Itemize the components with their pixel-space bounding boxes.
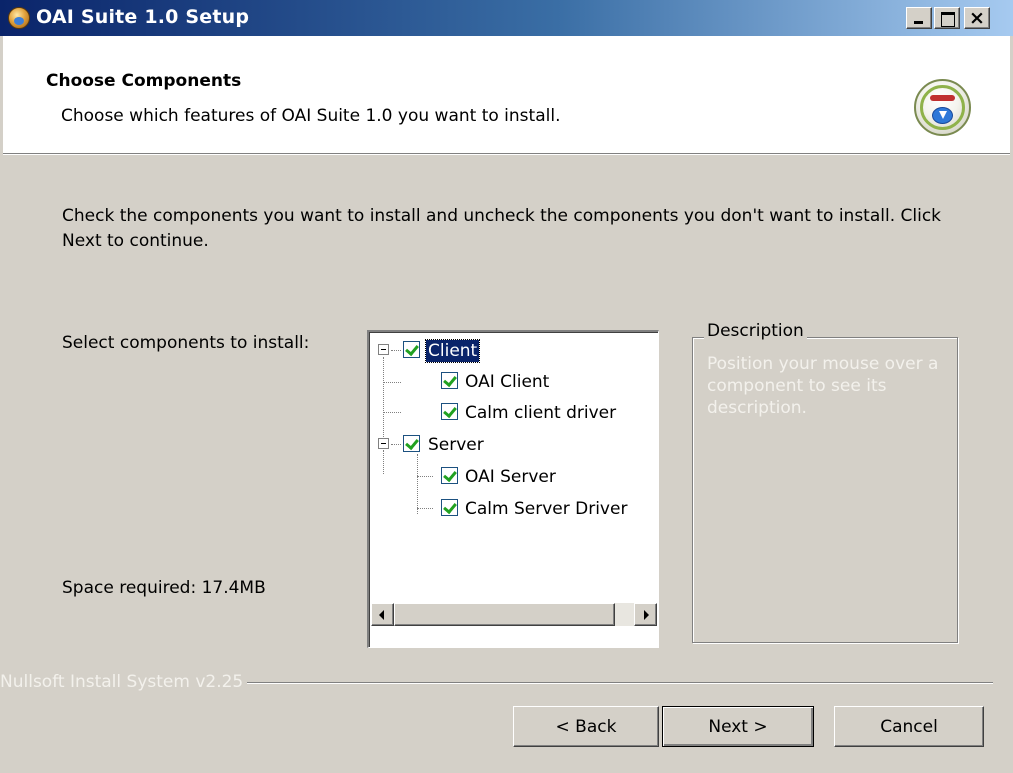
tree-horizontal-scrollbar[interactable] (371, 603, 657, 626)
calm-server-driver-checkbox[interactable] (441, 499, 458, 516)
cancel-button-label: Cancel (880, 716, 938, 737)
title-bar[interactable]: OAI Suite 1.0 Setup × (0, 0, 1013, 36)
scroll-thumb[interactable] (394, 603, 615, 626)
oai-client-checkbox[interactable] (441, 372, 458, 389)
window-title: OAI Suite 1.0 Setup (36, 6, 250, 28)
components-tree[interactable]: Client OAI Client Calm client driver Ser… (367, 330, 659, 648)
server-expander[interactable] (378, 438, 389, 449)
space-required-label: Space required: 17.4MB (62, 578, 266, 598)
client-expander[interactable] (378, 344, 389, 355)
description-text: Position your mouse over a component to … (707, 354, 939, 418)
page-title: Choose Components (46, 71, 242, 91)
scroll-right-icon[interactable] (634, 603, 657, 626)
back-button-label: < Back (555, 716, 617, 737)
tree-item-oai-server[interactable]: OAI Server (463, 466, 558, 488)
select-components-label: Select components to install: (62, 333, 310, 353)
page-header: Choose Components Choose which features … (3, 36, 1010, 155)
close-icon: × (969, 7, 985, 29)
minimize-button[interactable] (906, 7, 932, 29)
oai-server-checkbox[interactable] (441, 467, 458, 484)
client-checkbox[interactable] (403, 341, 420, 358)
maximize-button[interactable] (934, 7, 960, 29)
tree-item-calm-client-driver[interactable]: Calm client driver (463, 402, 618, 424)
setup-window: OAI Suite 1.0 Setup × Choose Components … (0, 0, 1013, 773)
branding-text: Nullsoft Install System v2.25 (0, 672, 248, 692)
tree-item-calm-server-driver[interactable]: Calm Server Driver (463, 498, 629, 520)
page-subtitle: Choose which features of OAI Suite 1.0 y… (61, 106, 561, 126)
back-button[interactable]: < Back (513, 706, 659, 747)
description-legend: Description (704, 321, 807, 341)
instructions-text: Check the components you want to install… (62, 206, 942, 251)
scroll-left-icon[interactable] (371, 603, 394, 626)
tree-item-client[interactable]: Client (424, 339, 481, 363)
tree-item-server[interactable]: Server (426, 434, 486, 456)
tree-item-oai-client[interactable]: OAI Client (463, 371, 551, 393)
install-disc-icon (914, 79, 971, 136)
next-button-label: Next > (708, 716, 768, 737)
close-button[interactable]: × (964, 7, 990, 29)
calm-client-driver-checkbox[interactable] (441, 403, 458, 420)
cancel-button[interactable]: Cancel (834, 706, 984, 747)
server-checkbox[interactable] (403, 435, 420, 452)
next-button[interactable]: Next > (662, 706, 814, 747)
installer-icon (8, 7, 30, 29)
